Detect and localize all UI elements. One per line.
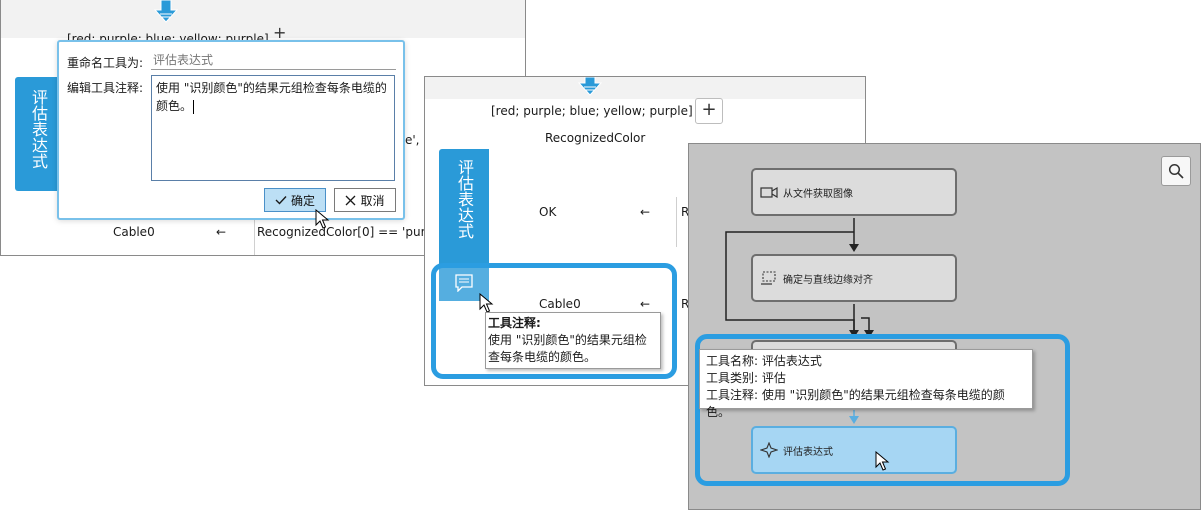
tool-tab-evaluate-expression[interactable]: 评估表达式 xyxy=(15,77,61,191)
mouse-cursor-icon xyxy=(875,451,890,471)
close-icon xyxy=(346,195,356,205)
top-strip: [red; purple; blue; yellow; purple] + xyxy=(1,0,525,46)
notes-textarea[interactable]: 使用 "识别颜色"的结果元组检查每条电缆的颜色。 xyxy=(151,75,395,181)
add-button[interactable]: + xyxy=(695,98,723,124)
flow-graph-panel: 从文件获取图像 确定与直线边缘对齐 评估表达式 工具名称: 评估表达式 工具类别… xyxy=(688,143,1201,510)
tooltip-body: 使用 "识别颜色"的结果元组检查每条电缆的颜色。 xyxy=(488,333,647,364)
notes-label: 编辑工具注释: xyxy=(67,81,144,95)
tool-notes-tooltip: 工具注释: 使用 "识别颜色"的结果元组检查每条电缆的颜色。 xyxy=(485,312,661,369)
node-label: 确定与直线边缘对齐 xyxy=(783,274,873,286)
add-button[interactable]: + xyxy=(273,25,293,41)
cancel-button[interactable]: 取消 xyxy=(334,188,396,212)
camera-icon xyxy=(759,184,779,200)
row-expression[interactable]: RecognizedColor[0] == 'purple' xyxy=(257,225,447,239)
check-icon xyxy=(275,196,287,205)
header-expression: [red; purple; blue; yellow; purple] xyxy=(491,104,693,118)
tool-info-tooltip: 工具名称: 评估表达式 工具类别: 评估 工具注释: 使用 "识别颜色"的结果元… xyxy=(699,349,1033,419)
tooltip-tool-type: 工具类别: 评估 xyxy=(706,371,786,385)
tool-tab-label: 评估表达式 xyxy=(29,89,48,169)
tooltip-tool-notes: 工具注释: 使用 "识别颜色"的结果元组检查每条电缆的颜色。 xyxy=(706,388,1005,419)
edit-tool-dialog: 重命名工具为: 编辑工具注释: 使用 "识别颜色"的结果元组检查每条电缆的颜色。… xyxy=(57,40,405,229)
top-strip xyxy=(425,77,865,99)
row-variable: Cable0 xyxy=(113,225,155,239)
text-cursor xyxy=(193,99,195,114)
assign-arrow: ← xyxy=(640,205,651,219)
flow-arrow-icon xyxy=(153,0,179,23)
node-acquire-image[interactable]: 从文件获取图像 xyxy=(751,168,957,216)
column-header: RecognizedColor xyxy=(545,131,646,145)
mouse-cursor-icon xyxy=(315,209,330,229)
align-icon xyxy=(759,270,779,286)
rename-label: 重命名工具为: xyxy=(67,56,144,70)
rename-input[interactable] xyxy=(151,50,396,70)
cancel-label: 取消 xyxy=(360,193,385,208)
ok-label: 确定 xyxy=(290,193,315,208)
flow-arrow-icon xyxy=(577,77,603,96)
tooltip-title: 工具注释: xyxy=(488,316,541,330)
tooltip-tool-name: 工具名称: 评估表达式 xyxy=(706,354,822,368)
column-divider xyxy=(676,197,677,247)
row-variable: OK xyxy=(539,205,557,219)
notes-text: 使用 "识别颜色"的结果元组检查每条电缆的颜色。 xyxy=(156,81,387,113)
node-align-edge[interactable]: 确定与直线边缘对齐 xyxy=(751,254,957,302)
tool-tab-label: 评估表达式 xyxy=(455,159,474,239)
assign-arrow: ← xyxy=(216,225,227,239)
column-divider xyxy=(254,216,255,255)
node-label: 从文件获取图像 xyxy=(783,188,853,200)
